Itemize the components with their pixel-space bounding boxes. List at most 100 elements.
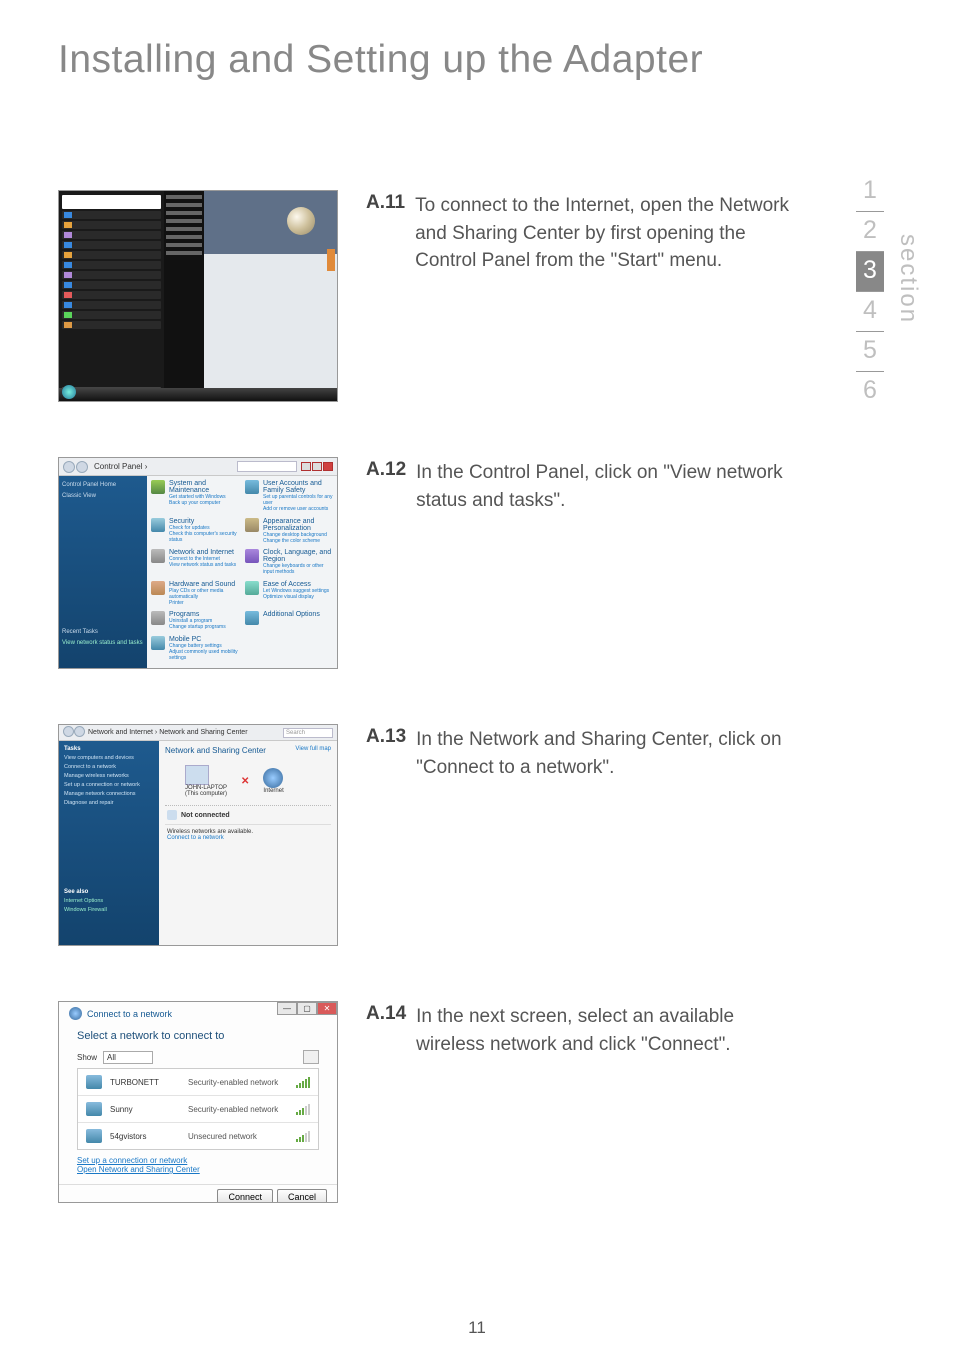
network-name: TURBONETT (110, 1078, 180, 1087)
nsc-inet-label: Internet (263, 788, 283, 794)
step-a14-row: —▢✕ Connect to a network Select a networ… (58, 1001, 798, 1203)
window-buttons[interactable]: —▢✕ (277, 1002, 337, 1015)
section-1[interactable]: 1 (856, 172, 884, 212)
step-a11-number: A.11 (366, 192, 405, 214)
cp-cat-security[interactable]: Security (169, 518, 239, 525)
signal-icon (296, 1130, 310, 1142)
network-item[interactable]: 54gvistors Unsecured network (78, 1123, 318, 1149)
nsc-task-link[interactable]: Diagnose and repair (64, 800, 154, 806)
nsc-not-connected: Not connected (181, 812, 230, 819)
nsc-connect-link[interactable]: Connect to a network (167, 835, 224, 841)
cp-cat-clock[interactable]: Clock, Language, and Region (263, 549, 333, 563)
step-a13-row: Network and Internet › Network and Shari… (58, 724, 798, 946)
cp-cat-appearance[interactable]: Appearance and Personalization (263, 518, 333, 532)
cp-link[interactable]: Change startup programs (169, 624, 226, 630)
nsc-tasks-header: Tasks (64, 746, 154, 752)
cp-cat-programs[interactable]: Programs (169, 611, 226, 618)
network-security: Security-enabled network (188, 1105, 288, 1114)
step-a13-number: A.13 (366, 726, 406, 748)
cp-link[interactable]: Play CDs or other media automatically (169, 588, 239, 600)
refresh-button[interactable] (303, 1050, 319, 1064)
cp-link[interactable]: Set up parental controls for any user (263, 494, 333, 506)
screenshot-connect-network: —▢✕ Connect to a network Select a networ… (58, 1001, 338, 1203)
cp-link[interactable]: Check this computer's security status (169, 531, 239, 543)
nsc-task-link[interactable]: Manage wireless networks (64, 773, 154, 779)
cp-cat-network[interactable]: Network and Internet (169, 549, 236, 556)
conn-show-label: Show (77, 1053, 97, 1062)
cp-cat-ease[interactable]: Ease of Access (263, 581, 329, 588)
nsc-footer-link[interactable]: Windows Firewall (64, 907, 154, 913)
cp-link[interactable]: Back up your computer (169, 500, 239, 506)
network-item[interactable]: TURBONETT Security-enabled network (78, 1069, 318, 1096)
conn-show-dropdown[interactable]: All (103, 1051, 153, 1064)
step-a12-text: In the Control Panel, click on "View net… (416, 459, 798, 514)
cp-breadcrumb: Control Panel › (94, 462, 147, 471)
network-list: TURBONETT Security-enabled network Sunny… (77, 1068, 319, 1150)
nsc-footer-link[interactable]: Internet Options (64, 898, 154, 904)
page-title: Installing and Setting up the Adapter (58, 38, 703, 82)
section-5[interactable]: 5 (856, 332, 884, 372)
nsc-seealso-header: See also (64, 889, 154, 895)
network-name: 54gvistors (110, 1132, 180, 1141)
nsc-main-header: Network and Sharing Center (165, 746, 266, 755)
cp-sidebar-recent: Recent Tasks (62, 629, 144, 635)
cp-link[interactable]: Adjust commonly used mobility settings (169, 649, 239, 661)
nsc-task-link[interactable]: Set up a connection or network (64, 782, 154, 788)
nsc-task-link[interactable]: View computers and devices (64, 755, 154, 761)
section-2[interactable]: 2 (856, 212, 884, 252)
network-name: Sunny (110, 1105, 180, 1114)
nsc-breadcrumb: Network and Internet › Network and Shari… (88, 729, 248, 736)
nsc-view-map[interactable]: View full map (295, 746, 331, 761)
conn-link-setup[interactable]: Set up a connection or network (77, 1156, 319, 1165)
section-3[interactable]: 3 (856, 252, 884, 292)
network-security: Security-enabled network (188, 1078, 288, 1087)
cp-sidebar-recent-link[interactable]: View network status and tasks (62, 640, 144, 646)
step-a12-row: Control Panel › Control Panel Home Class… (58, 457, 798, 669)
network-icon (86, 1129, 102, 1143)
signal-icon (296, 1103, 310, 1115)
cp-sidebar-home[interactable]: Control Panel Home (62, 482, 144, 488)
step-a13-text: In the Network and Sharing Center, click… (416, 726, 798, 781)
cp-link[interactable]: Add or remove user accounts (263, 506, 333, 512)
cp-link[interactable]: Change keyboards or other input methods (263, 563, 333, 575)
conn-link-open-nsc[interactable]: Open Network and Sharing Center (77, 1165, 319, 1174)
step-a11-text: To connect to the Internet, open the Net… (415, 192, 798, 275)
cp-cat-additional[interactable]: Additional Options (263, 611, 320, 618)
conn-header: Select a network to connect to (77, 1030, 319, 1042)
section-4[interactable]: 4 (856, 292, 884, 332)
nsc-search[interactable]: Search (283, 728, 333, 738)
cp-link[interactable]: Change the color scheme (263, 538, 333, 544)
page-number: 11 (0, 1318, 954, 1338)
cp-cat-users[interactable]: User Accounts and Family Safety (263, 480, 333, 494)
conn-window-title: Connect to a network (87, 1009, 172, 1019)
step-a11-row: A.11 To connect to the Internet, open th… (58, 190, 798, 402)
network-security: Unsecured network (188, 1132, 288, 1141)
cp-cat-mobile[interactable]: Mobile PC (169, 636, 239, 643)
network-icon (86, 1102, 102, 1116)
step-a14-text: In the next screen, select an available … (416, 1003, 798, 1058)
network-item[interactable]: Sunny Security-enabled network (78, 1096, 318, 1123)
section-label: section (894, 172, 922, 324)
content: A.11 To connect to the Internet, open th… (58, 190, 798, 1258)
step-a12-number: A.12 (366, 459, 406, 481)
wifi-icon (167, 810, 177, 820)
nsc-pc-sub: (This computer) (185, 791, 227, 797)
nsc-task-link[interactable]: Manage network connections (64, 791, 154, 797)
cancel-button[interactable]: Cancel (277, 1189, 327, 1202)
cp-sidebar-classic[interactable]: Classic View (62, 493, 144, 499)
cp-cat-hardware[interactable]: Hardware and Sound (169, 581, 239, 588)
signal-icon (296, 1076, 310, 1088)
screenshot-control-panel: Control Panel › Control Panel Home Class… (58, 457, 338, 669)
network-icon (86, 1075, 102, 1089)
cp-link[interactable]: Optimize visual display (263, 594, 329, 600)
nsc-x-icon: ✕ (241, 776, 249, 787)
globe-icon (69, 1007, 82, 1020)
cp-link[interactable]: Printer (169, 600, 239, 606)
nsc-task-link[interactable]: Connect to a network (64, 764, 154, 770)
cp-cat-system[interactable]: System and Maintenance (169, 480, 239, 494)
section-6[interactable]: 6 (856, 372, 884, 411)
screenshot-start-menu (58, 190, 338, 402)
connect-button[interactable]: Connect (217, 1189, 273, 1202)
section-nav: 1 2 3 4 5 6 section (856, 172, 922, 411)
cp-link[interactable]: View network status and tasks (169, 562, 236, 568)
